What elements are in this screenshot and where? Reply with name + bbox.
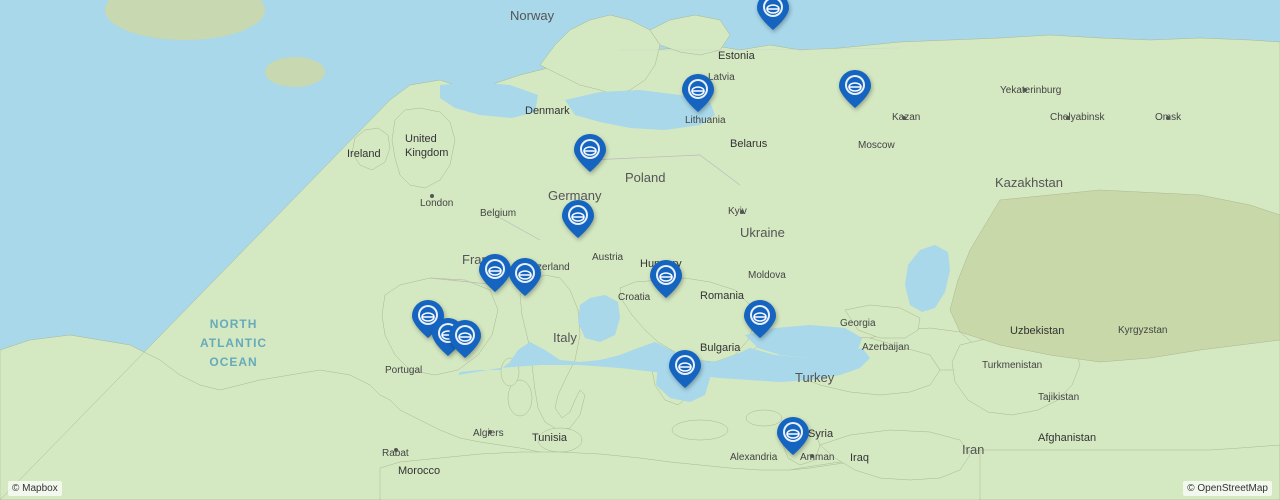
marker-romania[interactable]	[744, 300, 776, 338]
dot-london	[430, 194, 434, 198]
marker-austria[interactable]	[562, 200, 594, 238]
dot-kyiv	[740, 210, 744, 214]
mapbox-attribution[interactable]: © Mapbox	[8, 481, 62, 496]
osm-attribution[interactable]: © OpenStreetMap	[1183, 481, 1272, 496]
marker-sw2[interactable]	[509, 258, 541, 296]
marker-israel[interactable]	[777, 417, 809, 455]
marker-croatia[interactable]	[650, 260, 682, 298]
marker-moscow[interactable]	[839, 70, 871, 108]
marker-spain3[interactable]	[449, 320, 481, 358]
map-background	[0, 0, 1280, 500]
dot-yekaterinburg	[1023, 88, 1027, 92]
marker-berlin[interactable]	[574, 134, 606, 172]
dot-rabat	[394, 448, 398, 452]
marker-estonia[interactable]	[757, 0, 789, 30]
dot-chelyabinsk	[1066, 116, 1070, 120]
dot-kazan	[902, 116, 906, 120]
dot-omsk	[1166, 116, 1170, 120]
map-container[interactable]: Norway Estonia Latvia Denmark Ireland Un…	[0, 0, 1280, 500]
marker-lithuania[interactable]	[682, 74, 714, 112]
dot-algiers	[488, 430, 492, 434]
marker-sw1[interactable]	[479, 254, 511, 292]
dot-amman	[810, 454, 814, 458]
marker-greece[interactable]	[669, 350, 701, 388]
